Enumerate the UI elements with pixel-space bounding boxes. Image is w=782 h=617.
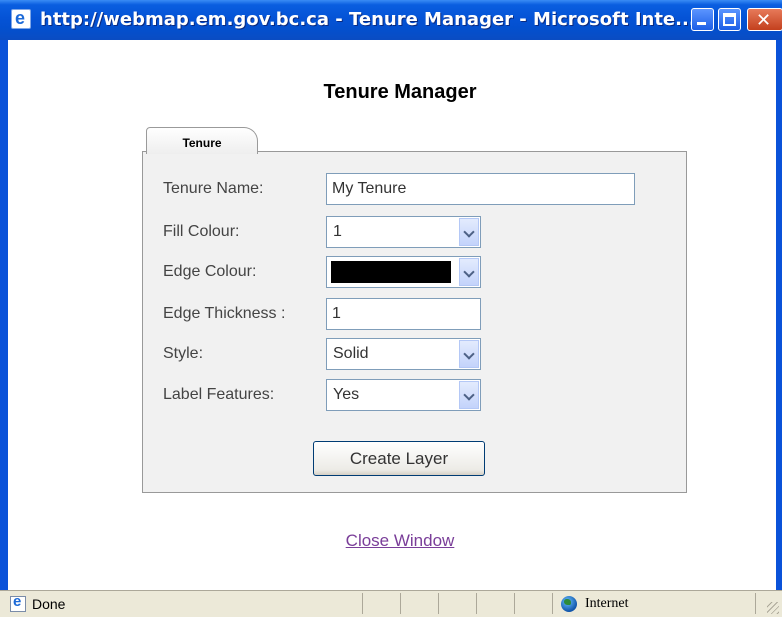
- edge-colour-label: Edge Colour:: [163, 263, 257, 280]
- window-title: http://webmap.em.gov.bc.ca - Tenure Mana…: [40, 9, 696, 30]
- tab-label: Tenure: [182, 136, 222, 150]
- edge-thickness-label: Edge Thickness :: [163, 305, 286, 322]
- close-icon: ✕: [756, 10, 772, 31]
- window-frame-left: [0, 40, 8, 590]
- status-bar: e Done Internet: [0, 590, 782, 617]
- status-divider: [438, 593, 439, 614]
- internet-globe-icon: [561, 596, 577, 612]
- chevron-down-icon[interactable]: [459, 381, 479, 409]
- tenure-name-input[interactable]: My Tenure: [326, 173, 635, 205]
- create-layer-button[interactable]: Create Layer: [313, 441, 485, 476]
- edge-colour-select[interactable]: [326, 256, 481, 288]
- status-text: Done: [32, 596, 66, 612]
- style-select[interactable]: Solid: [326, 338, 481, 370]
- maximize-button[interactable]: [718, 8, 741, 31]
- page-done-icon: e: [10, 593, 26, 612]
- minimize-icon: [697, 22, 706, 25]
- status-divider: [755, 593, 756, 614]
- security-zone-text: Internet: [585, 596, 629, 611]
- close-button[interactable]: ✕: [747, 8, 782, 31]
- chevron-down-icon[interactable]: [459, 258, 479, 286]
- label-features-label: Label Features:: [163, 386, 275, 403]
- edge-colour-swatch: [331, 261, 451, 283]
- edge-thickness-input[interactable]: 1: [326, 298, 481, 330]
- style-label: Style:: [163, 345, 204, 362]
- label-features-select[interactable]: Yes: [326, 379, 481, 411]
- window-frame-right: [776, 40, 782, 590]
- status-divider: [362, 593, 363, 614]
- close-window-link[interactable]: Close Window: [0, 531, 782, 551]
- status-divider: [514, 593, 515, 614]
- ie-page-icon: e: [11, 8, 31, 29]
- minimize-button[interactable]: [691, 8, 714, 31]
- page-title: Tenure Manager: [323, 81, 477, 103]
- fill-colour-value: 1: [333, 223, 342, 240]
- status-divider: [552, 593, 553, 614]
- chevron-down-icon[interactable]: [459, 340, 479, 368]
- status-divider: [476, 593, 477, 614]
- resize-grip-icon[interactable]: [767, 602, 779, 614]
- label-features-value: Yes: [333, 386, 360, 403]
- tenure-name-label: Tenure Name:: [163, 180, 264, 197]
- window-titlebar[interactable]: e http://webmap.em.gov.bc.ca - Tenure Ma…: [0, 0, 782, 40]
- tab-tenure[interactable]: Tenure: [146, 127, 258, 154]
- fill-colour-select[interactable]: 1: [326, 216, 481, 248]
- maximize-icon: [723, 13, 736, 26]
- fill-colour-label: Fill Colour:: [163, 223, 240, 240]
- chevron-down-icon[interactable]: [459, 218, 479, 246]
- style-value: Solid: [333, 345, 369, 362]
- status-divider: [400, 593, 401, 614]
